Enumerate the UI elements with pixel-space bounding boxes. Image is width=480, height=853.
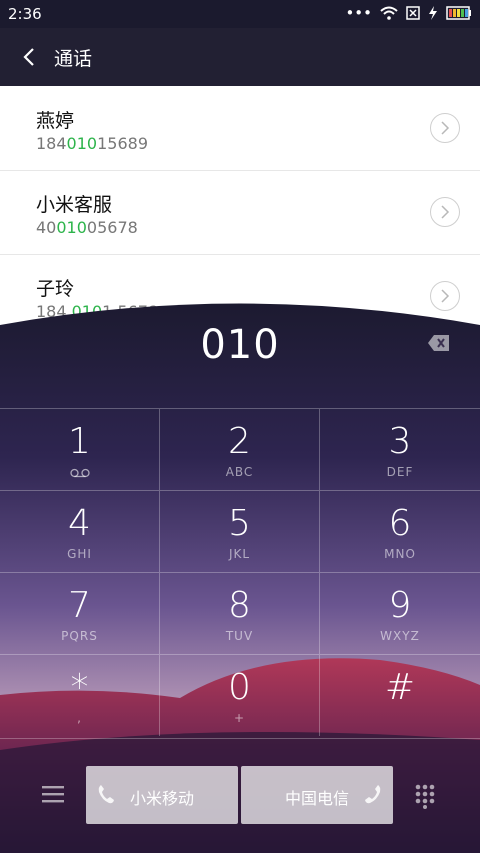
app-header: 通话 — [0, 28, 480, 86]
contact-detail-button[interactable] — [430, 197, 460, 227]
status-time: 2:36 — [8, 5, 42, 23]
contact-name: 燕婷 — [36, 110, 75, 132]
key-8[interactable]: 8 TUV — [160, 572, 320, 654]
chevron-right-icon — [441, 205, 450, 219]
contact-name: 小米客服 — [36, 194, 113, 216]
list-item[interactable]: 燕婷 18401015689 — [0, 86, 480, 171]
key-1[interactable]: 1 — [0, 408, 160, 490]
no-sim-icon — [406, 6, 420, 20]
key-7[interactable]: 7 PQRS — [0, 572, 160, 654]
wifi-icon — [380, 6, 398, 20]
status-bar: 2:36 ••• — [0, 0, 480, 28]
key-5[interactable]: 5 JKL — [160, 490, 320, 572]
call-sim2-button[interactable]: 中国电信 — [241, 766, 393, 824]
contact-number: 4001005678 — [36, 218, 138, 237]
battery-icon — [446, 6, 471, 20]
dialpad-icon[interactable] — [414, 783, 436, 809]
dialer-bottom-bar: 小米移动 中国电信 — [0, 738, 480, 853]
back-icon[interactable] — [18, 42, 44, 72]
key-2[interactable]: 2 ABC — [160, 408, 320, 490]
more-dots-icon: ••• — [345, 4, 372, 22]
dial-input[interactable]: 010 — [0, 322, 480, 368]
contact-number: 18401015689 — [36, 134, 148, 153]
chevron-right-icon — [441, 121, 450, 135]
voicemail-icon — [70, 468, 90, 478]
key-6[interactable]: 6 MNO — [320, 490, 480, 572]
menu-icon[interactable] — [42, 785, 64, 803]
contact-name: 子玲 — [36, 278, 75, 300]
key-star[interactable]: *, — [0, 654, 160, 736]
dial-keypad: 1 2 ABC 3 DEF 4 GHI 5 JKL 6 MNO 7 PQRS 8 TUV 9W… — [0, 408, 480, 738]
key-9[interactable]: 9 WXYZ — [320, 572, 480, 654]
key-4[interactable]: 4 GHI — [0, 490, 160, 572]
key-3[interactable]: 3 DEF — [320, 408, 480, 490]
backspace-icon[interactable] — [428, 334, 450, 352]
page-title: 通话 — [54, 48, 93, 70]
key-0[interactable]: 0 + — [160, 654, 320, 736]
call-sim1-button[interactable]: 小米移动 — [86, 766, 238, 824]
contact-detail-button[interactable] — [430, 113, 460, 143]
dialer-panel: 010 1 2 ABC 3 DEF 4 GHI 5 JKL 6 MNO 7 PQRS 8 TU… — [0, 300, 480, 853]
phone-icon — [365, 785, 381, 804]
list-item[interactable]: 小米客服 4001005678 — [0, 170, 480, 255]
charging-icon — [429, 6, 437, 20]
sim1-label: 小米移动 — [129, 789, 194, 808]
key-hash[interactable]: # — [320, 654, 480, 736]
status-icons: ••• — [345, 4, 472, 22]
